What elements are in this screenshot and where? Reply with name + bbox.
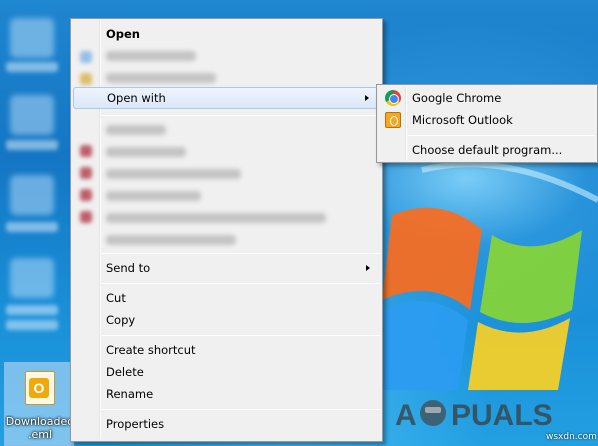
blurred-menu-icon [80, 211, 92, 223]
menu-item-label: Open with [107, 91, 166, 105]
context-menu: Open Open with Send to Cut Copy Create s… [70, 18, 383, 442]
menu-item-cut[interactable]: Cut [73, 287, 380, 309]
menu-item-label: Cut [106, 291, 126, 305]
svg-text:PUALS: PUALS [451, 399, 553, 432]
menu-item-label: Copy [106, 313, 136, 327]
menu-separator [102, 335, 380, 336]
blurred-desktop-icon [10, 175, 54, 215]
outlook-icon [385, 112, 401, 128]
blurred-menu-item [106, 235, 236, 245]
open-with-submenu: Google Chrome Microsoft Outlook Choose d… [376, 84, 598, 163]
menu-item-send-to[interactable]: Send to [73, 257, 380, 279]
menu-item-label: Send to [106, 261, 151, 275]
menu-item-properties[interactable]: Properties [73, 413, 380, 435]
blurred-menu-item [106, 125, 166, 135]
submenu-item-google-chrome[interactable]: Google Chrome [379, 87, 595, 109]
blurred-desktop-label [6, 320, 58, 330]
menu-item-rename[interactable]: Rename [73, 383, 380, 405]
blurred-menu-item [106, 51, 196, 61]
menu-separator [102, 283, 380, 284]
menu-item-delete[interactable]: Delete [73, 361, 380, 383]
blurred-menu-item [106, 191, 201, 201]
menu-item-open-with[interactable]: Open with [73, 87, 380, 109]
menu-item-copy[interactable]: Copy [73, 309, 380, 331]
submenu-item-label: Google Chrome [412, 91, 502, 105]
blurred-desktop-label [6, 305, 58, 315]
outlook-badge-icon: O [29, 378, 49, 398]
blurred-menu-item [106, 213, 326, 223]
menu-separator [102, 115, 380, 116]
blurred-desktop-icon [10, 18, 54, 58]
submenu-item-choose-default[interactable]: Choose default program... [379, 139, 595, 161]
file-name-line2: .eml [27, 428, 53, 441]
submenu-item-label: Microsoft Outlook [412, 113, 513, 127]
submenu-item-microsoft-outlook[interactable]: Microsoft Outlook [379, 109, 595, 131]
submenu-arrow-icon [366, 265, 370, 271]
menu-separator [102, 253, 380, 254]
menu-separator [408, 135, 595, 136]
blurred-desktop-label [6, 222, 58, 232]
submenu-item-label: Choose default program... [412, 143, 563, 157]
menu-item-create-shortcut[interactable]: Create shortcut [73, 339, 380, 361]
blurred-desktop-icon [10, 258, 54, 298]
svg-text:A: A [395, 399, 417, 432]
blurred-menu-icon [80, 51, 92, 63]
site-watermark: wsxdn.com [546, 432, 597, 442]
blurred-menu-icon [80, 145, 92, 157]
blurred-menu-item [106, 147, 186, 157]
menu-separator [102, 409, 380, 410]
blurred-menu-item [106, 169, 241, 179]
blurred-desktop-icons [0, 0, 75, 360]
blurred-desktop-label [6, 62, 58, 72]
file-name: Downloaded .eml [5, 415, 75, 441]
menu-item-open[interactable]: Open [73, 23, 380, 45]
menu-item-label: Delete [106, 365, 144, 379]
blurred-menu-item [106, 73, 216, 83]
chrome-icon [385, 90, 401, 106]
blurred-desktop-icon [10, 95, 54, 135]
file-name-line1: Downloaded [5, 415, 75, 428]
menu-item-label: Create shortcut [106, 343, 196, 357]
blurred-desktop-label [6, 140, 58, 150]
menu-item-label: Properties [106, 417, 165, 431]
submenu-arrow-icon [365, 95, 369, 101]
eml-file-icon: O [25, 371, 55, 405]
blurred-menu-icon [80, 167, 92, 179]
blurred-menu-icon [80, 189, 92, 201]
windows-logo-icon [382, 161, 598, 390]
appuals-watermark: A PUALS [395, 399, 553, 432]
menu-item-label: Rename [106, 387, 154, 401]
desktop-file-icon[interactable]: O Downloaded .eml [4, 362, 74, 446]
menu-item-label: Open [106, 27, 140, 41]
blurred-menu-icon [80, 73, 92, 85]
